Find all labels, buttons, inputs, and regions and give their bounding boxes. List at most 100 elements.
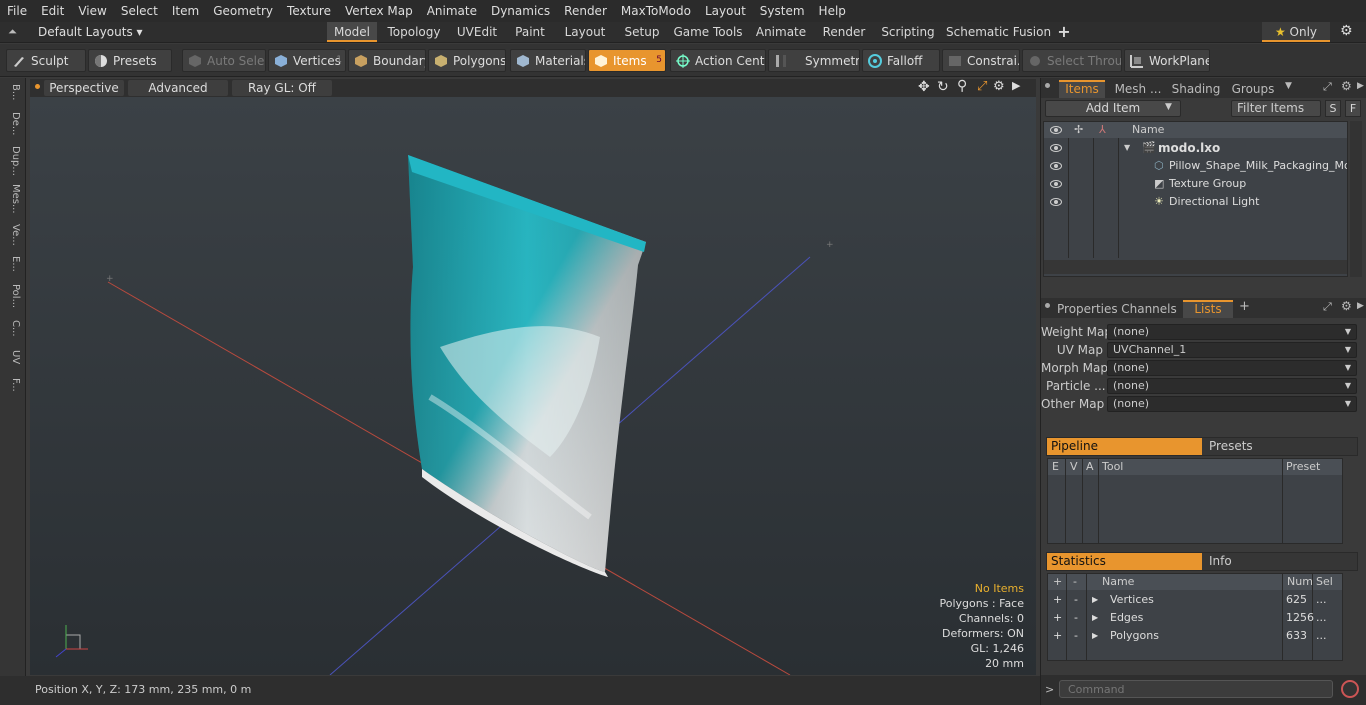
tree-row-light[interactable]: ☀ Directional Light <box>1044 193 1344 211</box>
constraints-button[interactable]: Constrai... <box>942 49 1020 72</box>
tab-paint[interactable]: Paint <box>510 22 550 42</box>
expand-arrow-icon[interactable]: ▶ <box>1092 609 1098 627</box>
tab-layout[interactable]: Layout <box>558 22 612 42</box>
stat-row-polygons[interactable]: + - ▶ Polygons 633 ... <box>1048 627 1342 645</box>
filter-items-input[interactable]: Filter Items <box>1231 100 1321 117</box>
tree-row-texture-group[interactable]: ◩ Texture Group <box>1044 175 1344 193</box>
tab-scripting[interactable]: Scripting <box>878 22 938 42</box>
menu-edit[interactable]: Edit <box>34 0 71 22</box>
milk-pillow-package[interactable] <box>408 155 646 577</box>
stat-row-vertices[interactable]: + - ▶ Vertices 625 ... <box>1048 591 1342 609</box>
menu-system[interactable]: System <box>753 0 812 22</box>
tab-groups[interactable]: Groups <box>1227 80 1279 98</box>
statistics-tab[interactable]: Statistics <box>1047 553 1202 570</box>
sculpt-button[interactable]: Sculpt <box>6 49 86 72</box>
rotate-view-icon[interactable]: ↻ <box>937 79 949 95</box>
default-layouts-dropdown[interactable]: Default Layouts ▾ <box>38 22 143 42</box>
item-list-hscroll[interactable] <box>1044 260 1347 274</box>
tab-topology[interactable]: Topology <box>384 22 444 42</box>
left-tab-mesh-edit[interactable]: Mes... <box>4 184 21 218</box>
tab-uvedit[interactable]: UVEdit <box>452 22 502 42</box>
add-tab-button[interactable]: + <box>1054 22 1074 42</box>
menu-render[interactable]: Render <box>557 0 614 22</box>
info-tab[interactable]: Info <box>1205 553 1355 570</box>
falloff-button[interactable]: Falloff <box>862 49 940 72</box>
menu-file[interactable]: File <box>0 0 34 22</box>
add-item-dropdown-icon[interactable]: ▼ <box>1165 102 1172 112</box>
menu-maxtomodo[interactable]: MaxToModo <box>614 0 698 22</box>
left-tab-basic[interactable]: B... <box>4 84 21 106</box>
left-tab-duplicate[interactable]: Dup... <box>4 146 21 178</box>
stat-remove-icon[interactable]: - <box>1074 591 1078 609</box>
tab-setup[interactable]: Setup <box>620 22 664 42</box>
s-button[interactable]: S <box>1325 100 1341 117</box>
visibility-eye-icon[interactable] <box>1050 180 1062 188</box>
expand-panel-icon[interactable]: ⤢ <box>1323 300 1332 314</box>
stat-add-icon[interactable]: + <box>1053 591 1062 609</box>
expand-arrow-icon[interactable]: ▶ <box>1092 591 1098 609</box>
left-tab-fusion[interactable]: F... <box>4 378 21 406</box>
menu-geometry[interactable]: Geometry <box>206 0 280 22</box>
gear-icon[interactable]: ⚙ <box>1340 23 1353 39</box>
select-through-button[interactable]: Select Through <box>1022 49 1122 72</box>
materials-button[interactable]: Materials <box>510 49 586 72</box>
vertices-button[interactable]: Vertices 1 <box>268 49 346 72</box>
other-map-dropdown[interactable]: (none) <box>1107 396 1357 412</box>
auto-select-button[interactable]: Auto Select <box>182 49 266 72</box>
command-input[interactable] <box>1059 680 1333 698</box>
symmetry-button[interactable]: Symmetry <box>768 49 860 72</box>
tab-animate[interactable]: Animate <box>752 22 810 42</box>
item-list-vscroll[interactable] <box>1350 121 1362 277</box>
stat-row-edges[interactable]: + - ▶ Edges 1256 ... <box>1048 609 1342 627</box>
menu-animate[interactable]: Animate <box>420 0 484 22</box>
left-tab-curve[interactable]: C... <box>4 320 21 342</box>
left-tab-uv[interactable]: UV <box>4 350 21 372</box>
zoom-view-icon[interactable]: ⚲ <box>957 78 967 94</box>
record-macro-icon[interactable] <box>1341 680 1359 698</box>
move-view-icon[interactable]: ✥ <box>918 79 930 95</box>
perspective-dropdown[interactable]: Perspective <box>44 80 124 96</box>
left-tab-polygon[interactable]: Pol... <box>4 284 21 314</box>
items-button[interactable]: Items 5 <box>588 49 666 72</box>
menu-layout[interactable]: Layout <box>698 0 753 22</box>
stat-add-icon[interactable]: + <box>1053 609 1062 627</box>
add-item-button[interactable]: Add Item <box>1045 100 1181 117</box>
menu-select[interactable]: Select <box>114 0 165 22</box>
menu-vertex-map[interactable]: Vertex Map <box>338 0 420 22</box>
tree-row-mesh[interactable]: ⬡ Pillow_Shape_Milk_Packaging_Moc... <box>1044 157 1347 175</box>
panel-gear-icon[interactable]: ⚙ <box>1341 79 1352 93</box>
menu-texture[interactable]: Texture <box>280 0 338 22</box>
left-tab-edge[interactable]: E... <box>4 256 21 278</box>
stat-remove-icon[interactable]: - <box>1074 609 1078 627</box>
uv-map-dropdown[interactable]: UVChannel_1 <box>1107 342 1357 358</box>
boundary-button[interactable]: Boundary <box>348 49 426 72</box>
menu-help[interactable]: Help <box>812 0 853 22</box>
action-center-button[interactable]: Action Center <box>670 49 766 72</box>
advanced-dropdown[interactable]: Advanced <box>128 80 228 96</box>
viewport-gear-icon[interactable]: ⚙ <box>993 79 1005 94</box>
tabs-more-icon[interactable]: ▼ <box>1285 81 1292 91</box>
polygons-button[interactable]: Polygons <box>428 49 506 72</box>
presets-button[interactable]: Presets <box>88 49 172 72</box>
viewport-dot-icon[interactable] <box>35 84 40 89</box>
expand-arrow-icon[interactable]: ▶ <box>1092 627 1098 645</box>
f-button[interactable]: F <box>1345 100 1361 117</box>
pipeline-tab[interactable]: Pipeline <box>1047 438 1202 455</box>
panel-dot-icon[interactable] <box>1045 303 1050 308</box>
collapse-up-icon[interactable]: ⏶ <box>8 25 17 39</box>
3d-viewport[interactable]: + + No Items Polygons : Face Channels: 0… <box>30 97 1036 675</box>
tab-channels[interactable]: Channels <box>1121 300 1177 318</box>
tab-shading[interactable]: Shading <box>1169 80 1223 98</box>
visibility-eye-icon[interactable] <box>1050 198 1062 206</box>
tab-lists[interactable]: Lists <box>1183 300 1233 318</box>
tab-schematic-fusion[interactable]: Schematic Fusion <box>946 22 1051 42</box>
maximize-view-icon[interactable]: ⤢ <box>977 79 987 94</box>
panel-gear-icon[interactable]: ⚙ <box>1341 299 1352 313</box>
tree-row-scene[interactable]: ▼ 🎬 modo.lxo <box>1044 139 1344 157</box>
panel-more-icon[interactable]: ▶ <box>1357 301 1364 311</box>
left-tab-vertex[interactable]: Ve... <box>4 224 21 250</box>
visibility-eye-icon[interactable] <box>1050 144 1062 152</box>
tab-game-tools[interactable]: Game Tools <box>672 22 744 42</box>
only-toggle[interactable]: ★ Only <box>1262 22 1330 42</box>
left-tab-deform[interactable]: De... <box>4 112 21 140</box>
